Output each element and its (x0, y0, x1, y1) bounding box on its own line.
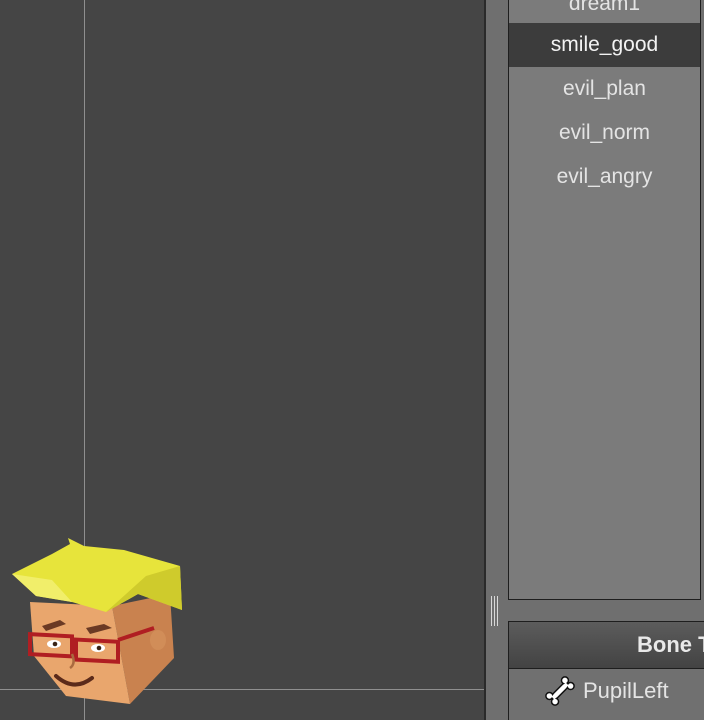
list-item[interactable]: evil_angry (509, 155, 700, 199)
bone-row[interactable]: PupilLeft (509, 669, 704, 713)
bone-tree-panel: Bone T PupilLeft (508, 621, 704, 720)
list-item[interactable]: dream1 (509, 0, 700, 23)
animation-list[interactable]: dream1 smile_good evil_plan evil_norm ev… (508, 0, 701, 600)
list-item[interactable]: evil_plan (509, 67, 700, 111)
bone-icon (545, 676, 575, 706)
list-item-selected[interactable]: smile_good (509, 23, 700, 67)
panel-splitter-handle[interactable] (490, 596, 500, 626)
app-window: dream1 smile_good evil_plan evil_norm ev… (0, 0, 704, 720)
list-item[interactable]: evil_norm (509, 111, 700, 155)
canvas-viewport[interactable] (0, 0, 484, 720)
side-panel: dream1 smile_good evil_plan evil_norm ev… (484, 0, 704, 720)
bone-row-label: PupilLeft (583, 678, 669, 703)
character-head-sprite[interactable] (8, 536, 188, 708)
bone-tree-header: Bone T (509, 622, 704, 669)
